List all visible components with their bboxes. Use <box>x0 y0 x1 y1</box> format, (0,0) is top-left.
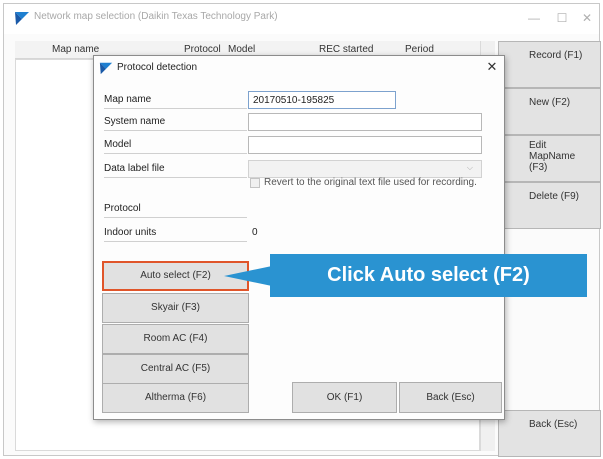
app-logo-icon <box>15 12 29 25</box>
protocol-detection-dialog: Protocol detection ✕ Map name 20170510-1… <box>93 55 505 420</box>
indoor-units-label: Indoor units <box>104 224 247 242</box>
close-button[interactable]: ✕ <box>575 7 599 29</box>
callout-pointer <box>224 266 272 286</box>
instruction-callout: Click Auto select (F2) <box>270 254 587 297</box>
delete-button[interactable]: Delete (F9) <box>498 182 601 229</box>
skyair-button[interactable]: Skyair (F3) <box>102 293 249 323</box>
system-name-input[interactable] <box>248 113 482 131</box>
column-header-rec-started[interactable]: REC started <box>319 44 373 55</box>
system-name-label: System name <box>104 113 247 131</box>
model-label: Model <box>104 136 247 154</box>
revert-checkbox[interactable] <box>250 178 260 188</box>
new-button[interactable]: New (F2) <box>498 88 601 135</box>
dialog-back-button[interactable]: Back (Esc) <box>399 382 502 413</box>
edit-mapname-label-line2: (F3) <box>529 162 548 173</box>
central-ac-button[interactable]: Central AC (F5) <box>102 354 249 384</box>
column-header-model[interactable]: Model <box>228 44 255 55</box>
app-logo-icon <box>99 62 113 75</box>
map-name-input[interactable]: 20170510-195825 <box>248 91 396 109</box>
edit-mapname-label-line1: Edit MapName <box>529 140 576 162</box>
record-button[interactable]: Record (F1) <box>498 41 601 88</box>
room-ac-button[interactable]: Room AC (F4) <box>102 324 249 354</box>
column-header-map-name[interactable]: Map name <box>52 44 99 55</box>
column-header-protocol[interactable]: Protocol <box>184 44 221 55</box>
altherma-button[interactable]: Altherma (F6) <box>102 383 249 413</box>
column-header-period[interactable]: Period <box>405 44 434 55</box>
data-label-file-dropdown[interactable]: ⌵ <box>248 160 482 178</box>
window-title: Network map selection (Daikin Texas Tech… <box>34 11 278 22</box>
maximize-button[interactable]: ☐ <box>550 7 574 29</box>
edit-mapname-button[interactable]: Edit MapName (F3) <box>498 135 601 182</box>
title-bar: Network map selection (Daikin Texas Tech… <box>4 4 599 34</box>
ok-button[interactable]: OK (F1) <box>292 382 397 413</box>
chevron-down-icon: ⌵ <box>466 163 473 172</box>
revert-checkbox-label: Revert to the original text file used fo… <box>264 177 477 188</box>
minimize-button[interactable]: — <box>522 7 546 29</box>
dialog-title: Protocol detection <box>117 62 198 73</box>
model-input[interactable] <box>248 136 482 154</box>
data-label-file-label: Data label file <box>104 160 247 178</box>
back-button[interactable]: Back (Esc) <box>498 410 601 457</box>
indoor-units-value: 0 <box>252 227 258 238</box>
protocol-label: Protocol <box>104 200 247 218</box>
dialog-close-button[interactable]: ✕ <box>482 58 502 76</box>
map-name-label: Map name <box>104 91 247 109</box>
